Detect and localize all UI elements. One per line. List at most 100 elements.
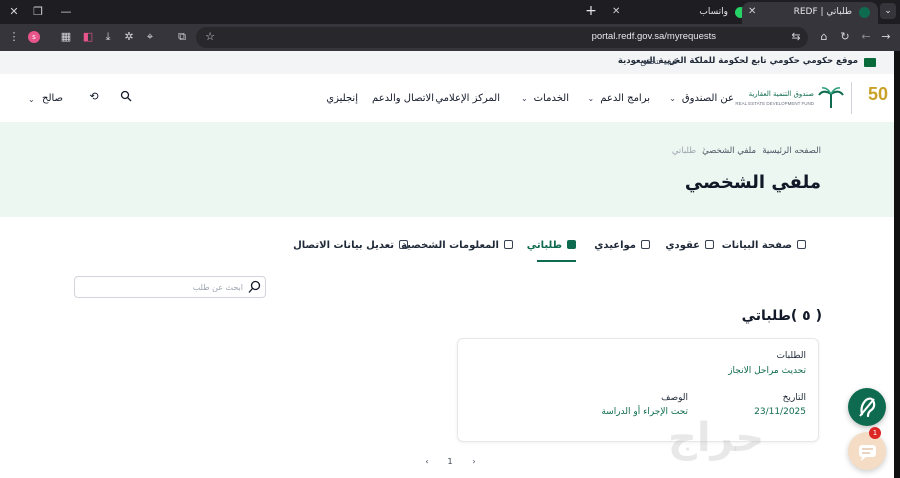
chat-unread-badge: 1: [869, 427, 881, 439]
gov-banner: موقع حكومي حكومي تابع لحكومة للملكة العر…: [0, 51, 900, 74]
folder-icon: [797, 240, 806, 249]
address-bar[interactable]: ☆ portal.redf.gov.sa/myrequests ⇆: [196, 27, 808, 48]
chevron-left-icon: ›: [762, 145, 766, 155]
forward-icon[interactable]: ←: [858, 29, 874, 45]
tab-appointments[interactable]: مواعيدي: [594, 240, 650, 251]
logo-divider: [851, 82, 852, 114]
minimize-window-icon[interactable]: —: [56, 4, 76, 20]
verify-link-label: كيف تتحقق: [640, 57, 678, 66]
search-icon[interactable]: [119, 90, 133, 104]
browser-tab-whatsapp[interactable]: ✕ واتساب: [606, 2, 754, 24]
chevron-left-icon: ›: [702, 145, 706, 155]
nav-about-fund[interactable]: عن الصندوق ⌄: [669, 93, 734, 104]
chat-bubble-icon: [859, 445, 876, 461]
logo-name-arabic: صندوق التنمية العقارية: [748, 90, 814, 98]
id-card-icon: [504, 240, 513, 249]
tab-personal-info[interactable]: المعلومات الشخصية: [401, 240, 513, 251]
nav-label: عن الصندوق: [681, 93, 734, 104]
tab-search-icon[interactable]: ⌄: [880, 3, 896, 19]
new-tab-icon[interactable]: +: [583, 3, 599, 19]
site-header: 50 صندوق التنمية العقارية REAL ESTATE DE…: [0, 74, 900, 122]
site-info-icon[interactable]: ⇆: [788, 29, 804, 45]
browser-tab-bar: ✕ ❐ — ✕ واتساب ✕ طلباتي | REDF + ⌄: [0, 0, 900, 24]
tab-label: المعلومات الشخصية: [401, 240, 499, 251]
pagination-next[interactable]: ›: [468, 457, 480, 466]
search-glyph: [120, 90, 132, 102]
request-card[interactable]: الطلبات تحديث مراحل الانجاز التاريخ 23/1…: [457, 338, 819, 442]
requests-heading: ( ٥ )طلباتي: [741, 308, 822, 324]
tab-close-icon[interactable]: ✕: [612, 2, 620, 22]
tab-contracts[interactable]: عقودي: [665, 240, 714, 251]
page-title: ملفي الشخصي: [684, 172, 821, 193]
bookmark-star-icon[interactable]: ☆: [202, 29, 218, 45]
bookmark-icon: [567, 240, 576, 249]
pagination-page-1[interactable]: 1: [444, 457, 456, 466]
tab-title: واتساب: [699, 7, 728, 17]
accessibility-icon[interactable]: ⟲: [87, 90, 101, 104]
chat-fab[interactable]: [848, 432, 886, 470]
tab-title: طلباتي | REDF: [793, 7, 852, 17]
tab-my-requests[interactable]: طلباتي: [527, 240, 576, 251]
requests-label: الطلبات: [776, 351, 806, 361]
request-search-input[interactable]: [79, 279, 243, 295]
back-icon[interactable]: →: [878, 29, 894, 45]
logo-name-english: REAL ESTATE DEVELOPMENT FUND: [735, 101, 814, 106]
document-icon: [705, 240, 714, 249]
chevron-down-icon: ⌄: [632, 58, 638, 66]
active-tab-indicator: [537, 260, 576, 262]
profile-avatar[interactable]: s: [28, 31, 40, 43]
tab-edit-contact[interactable]: تعديل بيانات الاتصال: [293, 240, 408, 251]
breadcrumb-home[interactable]: الصفحه الرئيسية: [762, 146, 821, 156]
chevron-down-icon: ⌄: [520, 94, 528, 103]
calendar-icon: [641, 240, 650, 249]
restore-window-icon[interactable]: ❐: [28, 4, 48, 20]
accessibility-fab[interactable]: [848, 388, 886, 426]
hearing-icon: [859, 397, 876, 418]
anniversary-logo[interactable]: 50: [868, 84, 888, 105]
request-search-box: [74, 276, 266, 298]
search-icon[interactable]: [248, 280, 261, 294]
tab-label: تعديل بيانات الاتصال: [293, 240, 394, 251]
verify-link[interactable]: كيف تتحقق ⌄: [632, 57, 678, 66]
chevron-down-icon: ⌄: [587, 94, 595, 103]
request-name[interactable]: تحديث مراحل الانجاز: [728, 366, 806, 376]
browser-toolbar: ⋮ s ▦ ◧ ⤓ ✲ ⌖ ⧉ ☆ portal.redf.gov.sa/myr…: [0, 24, 900, 51]
nav-contact-support[interactable]: الاتصال والدعم: [372, 93, 434, 104]
extensions-icon[interactable]: ✲: [121, 29, 137, 45]
browser-tab-redf[interactable]: ✕ طلباتي | REDF: [742, 2, 878, 24]
download-icon[interactable]: ⤓: [100, 29, 116, 45]
translate-icon[interactable]: ◧: [80, 29, 96, 45]
chevron-down-icon: ⌄: [669, 94, 676, 103]
nav-label: الاتصال والدعم: [372, 93, 434, 104]
redf-palm-logo-icon[interactable]: [818, 86, 844, 110]
nav-services[interactable]: الخدمات ⌄: [521, 93, 569, 104]
date-label: التاريخ: [782, 393, 806, 403]
chevron-down-icon[interactable]: ⌄: [28, 95, 35, 104]
pagination-prev[interactable]: ‹: [421, 457, 433, 466]
url-text: portal.redf.gov.sa/myrequests: [591, 31, 716, 42]
breadcrumb-profile[interactable]: ملفي الشخصي: [702, 146, 756, 156]
reload-icon[interactable]: ↻: [837, 29, 853, 45]
nav-label: إنجليزي: [326, 93, 358, 104]
apps-icon[interactable]: ▦: [58, 29, 74, 45]
tab-close-icon[interactable]: ✕: [748, 2, 756, 22]
window-edge: [894, 51, 900, 478]
login-icon: [399, 240, 408, 249]
nav-media-center[interactable]: المركز الإعلامي: [435, 93, 500, 104]
nav-label: المركز الإعلامي: [435, 93, 500, 104]
tab-data-page[interactable]: صفحة البيانات: [722, 240, 806, 251]
close-window-icon[interactable]: ✕: [4, 4, 24, 20]
nav-label: برامج الدعم: [600, 93, 650, 104]
location-icon[interactable]: ⌖: [142, 29, 158, 45]
nav-label: الخدمات: [533, 93, 569, 104]
nav-english[interactable]: إنجليزي: [326, 93, 358, 104]
user-menu[interactable]: صالح: [42, 93, 63, 104]
more-menu-icon[interactable]: ⋮: [6, 29, 22, 45]
share-icon[interactable]: ⧉: [174, 29, 190, 45]
tab-label: صفحة البيانات: [721, 240, 792, 251]
home-icon[interactable]: ⌂: [816, 29, 832, 45]
watermark-logo: حراج: [668, 415, 765, 461]
page-hero: الصفحه الرئيسية › ملفي الشخصي › طلباتي م…: [0, 122, 900, 217]
nav-support-programs[interactable]: برامج الدعم ⌄: [588, 93, 650, 104]
tab-label: عقودي: [665, 240, 700, 251]
